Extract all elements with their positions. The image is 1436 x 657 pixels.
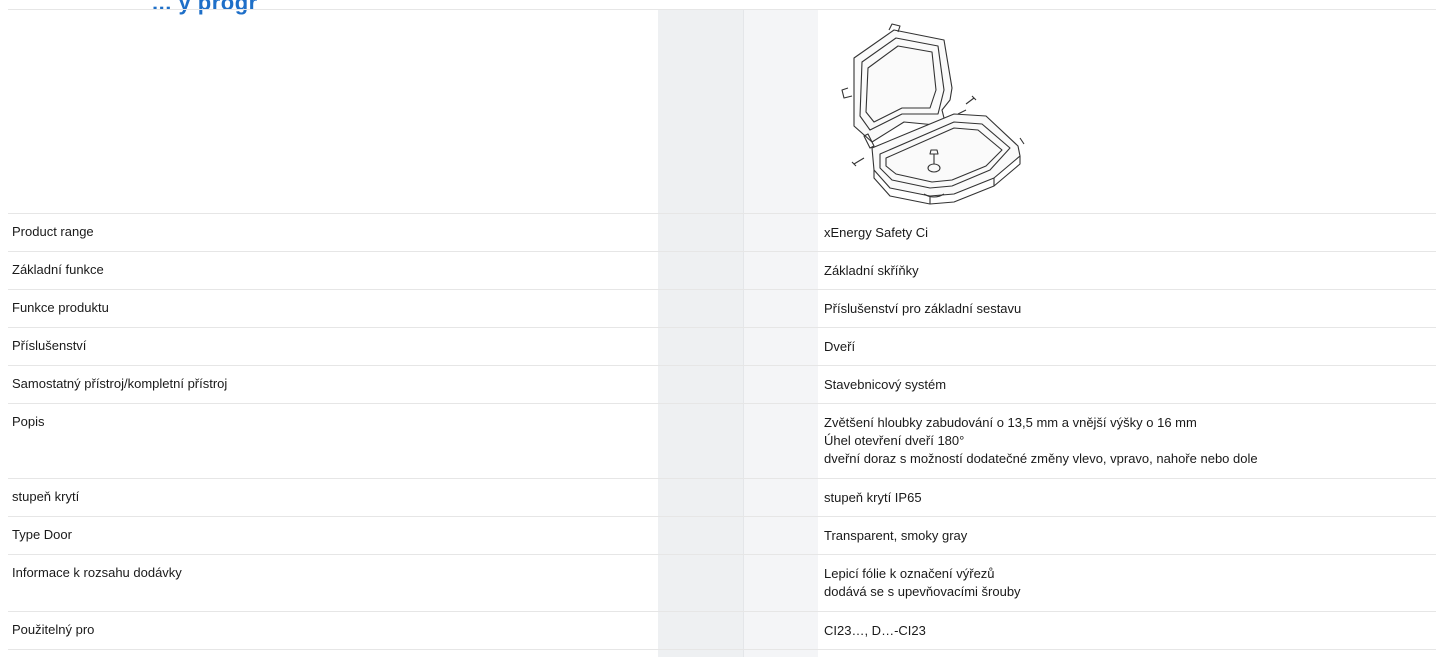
spec-label: stupeň krytí [8,478,662,517]
spec-label: Základní funkce [8,251,662,290]
spec-value: stupeň krytí IP65 [822,478,1436,517]
spec-label: Popis [8,403,662,479]
spec-row-description: Popis Zvětšení hloubky zabudování o 13,5… [8,403,1436,479]
spec-label: Type Door [8,516,662,555]
product-image-cell [822,10,1436,214]
spec-label: Informace k rozsahu dodávky [8,554,662,612]
spec-label: Product range [8,213,662,252]
spec-table: Product range xEnergy Safety Ci Základní… [8,10,1436,650]
spec-value: Příslušenství pro základní sestavu [822,289,1436,328]
product-spec-page: ... y progr Product range xEnergy Safety… [0,0,1436,657]
spec-value: Transparent, smoky gray [822,516,1436,555]
spec-row-protection: stupeň krytí stupeň krytí IP65 [8,478,1436,517]
spec-row-door-type: Type Door Transparent, smoky gray [8,516,1436,555]
spec-row-accessories: Příslušenství Dveří [8,327,1436,366]
spec-row-device-type: Samostatný přístroj/kompletní přístroj S… [8,365,1436,404]
spec-row-product-function: Funkce produktu Příslušenství pro základ… [8,289,1436,328]
spec-value: xEnergy Safety Ci [822,213,1436,252]
spec-label: Funkce produktu [8,289,662,328]
spec-row-usable-for: Použitelný pro CI23…, D…-CI23 [8,611,1436,650]
spec-row-product-range: Product range xEnergy Safety Ci [8,213,1436,252]
spec-label: Příslušenství [8,327,662,366]
spec-value: Dveří [822,327,1436,366]
spec-value: Zvětšení hloubky zabudování o 13,5 mm a … [822,403,1436,479]
spec-label: Samostatný přístroj/kompletní přístroj [8,365,662,404]
product-image-row [8,10,1436,214]
spec-value: Základní skříňky [822,251,1436,290]
spec-row-delivery: Informace k rozsahu dodávky Lepicí fólie… [8,554,1436,612]
product-image [841,23,1025,205]
spec-value: CI23…, D…-CI23 [822,611,1436,650]
spec-value: Lepicí fólie k označení výřezů dodává se… [822,554,1436,612]
spec-label: Použitelný pro [8,611,662,650]
spec-row-basic-function: Základní funkce Základní skříňky [8,251,1436,290]
spec-value: Stavebnicový systém [822,365,1436,404]
